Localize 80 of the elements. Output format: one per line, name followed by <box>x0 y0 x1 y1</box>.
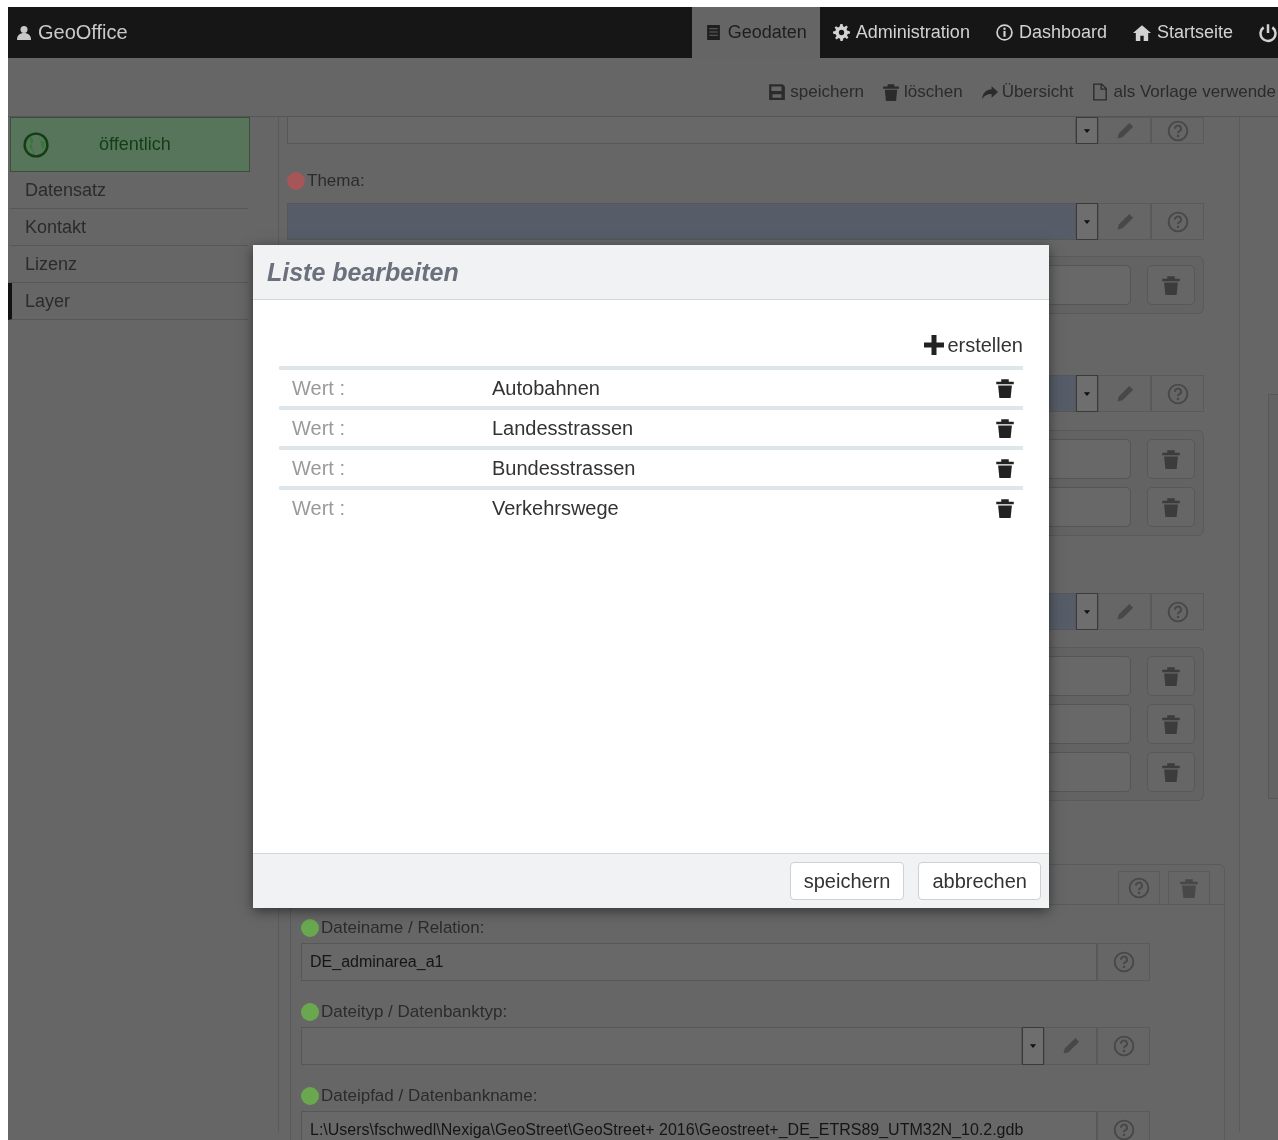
toolbar-button[interactable]: als Vorlage verwende <box>1091 82 1276 102</box>
row-value: Autobahnen <box>492 376 601 400</box>
help-button[interactable] <box>1097 1111 1150 1140</box>
help-button[interactable] <box>1097 1027 1150 1065</box>
dropdown-button[interactable] <box>1076 117 1098 144</box>
select-field[interactable] <box>287 117 1076 144</box>
help-icon <box>1112 951 1135 973</box>
edit-button[interactable] <box>1098 117 1151 144</box>
row-label: Wert : <box>291 456 346 480</box>
edit-button[interactable] <box>1098 203 1151 240</box>
row-value: Bundesstrassen <box>492 456 637 480</box>
plus-icon <box>924 335 945 355</box>
toolbar-button[interactable]: Übersicht <box>980 82 1074 102</box>
help-icon <box>1166 600 1189 623</box>
field-label: Thema: <box>307 171 365 191</box>
input-field[interactable]: L:\Users\fschwedl\Nexiga\GeoStreet\GeoStreet+ 2016\Geostreet+_DE_ETRS89_UTM32N_10.2.gdb <box>301 1111 1097 1140</box>
select-field[interactable] <box>287 203 1076 240</box>
help-button[interactable] <box>1097 943 1150 981</box>
nav-tab[interactable]: Administration <box>819 7 983 58</box>
nav-tab[interactable]: Geodaten <box>691 7 820 58</box>
person-icon <box>16 24 32 41</box>
document-icon <box>704 24 722 41</box>
help-icon <box>1166 210 1189 233</box>
trash-icon <box>995 418 1015 438</box>
edit-button[interactable] <box>1098 593 1151 630</box>
info-icon <box>995 24 1013 41</box>
delete-tab[interactable] <box>1168 871 1210 904</box>
nav-tab[interactable]: Startseite <box>1119 7 1246 58</box>
field-label: Dateiname / Relation: <box>321 918 485 938</box>
home-icon <box>1132 23 1151 42</box>
page-icon <box>1091 83 1110 101</box>
toolbar-button[interactable]: löschen <box>882 82 963 102</box>
help-icon <box>1128 877 1150 899</box>
help-tab[interactable] <box>1118 871 1160 904</box>
status-label: öffentlich <box>99 134 171 155</box>
app-title: GeoOffice <box>38 21 128 44</box>
trash-icon <box>1161 275 1181 295</box>
dropdown-button[interactable] <box>1076 203 1098 240</box>
trash-icon <box>1161 497 1181 517</box>
help-button[interactable] <box>1151 203 1204 240</box>
help-icon <box>1166 119 1189 142</box>
row-value: Verkehrswege <box>492 496 620 520</box>
dropdown-button[interactable] <box>1022 1027 1044 1065</box>
sidebar-item[interactable]: Layer <box>8 283 248 320</box>
row-label: Wert : <box>291 496 346 520</box>
dialog-title: Liste bearbeiten <box>267 257 459 287</box>
toolbar-button[interactable]: speichern <box>768 82 865 102</box>
globe-icon <box>23 131 49 158</box>
field-label: Dateityp / Datenbanktyp: <box>321 1002 508 1022</box>
help-button[interactable] <box>1151 375 1204 412</box>
help-icon <box>1112 1035 1135 1057</box>
create-button[interactable]: erstellen <box>924 330 1023 360</box>
row-value: Landesstrassen <box>492 416 635 440</box>
trash-icon <box>882 83 901 101</box>
row-label: Wert : <box>291 416 346 440</box>
trash-icon <box>1161 666 1181 686</box>
dropdown-button[interactable] <box>1076 375 1098 412</box>
help-button[interactable] <box>1151 593 1204 630</box>
gear-icon <box>832 24 850 41</box>
edit-button[interactable] <box>1044 1027 1097 1065</box>
help-icon <box>1166 382 1189 405</box>
trash-icon <box>1179 878 1199 898</box>
power-icon <box>1258 22 1278 43</box>
trash-icon <box>1161 714 1181 734</box>
trash-icon <box>995 378 1015 398</box>
dialog-button[interactable]: abbrechen <box>918 862 1041 900</box>
nav-tab[interactable]: Dashboard <box>982 7 1120 58</box>
trash-icon <box>1161 449 1181 469</box>
row-label: Wert : <box>291 376 346 400</box>
dialog-button[interactable]: speichern <box>789 862 905 900</box>
help-icon <box>1112 1119 1135 1140</box>
select-field[interactable] <box>301 1027 1022 1065</box>
trash-icon <box>995 498 1015 518</box>
field-label: Dateipfad / Datenbankname: <box>321 1086 538 1106</box>
edit-button[interactable] <box>1098 375 1151 412</box>
trash-icon <box>995 458 1015 478</box>
input-field[interactable]: DE_adminarea_a1 <box>301 943 1097 981</box>
dropdown-button[interactable] <box>1076 593 1098 630</box>
trash-icon <box>1161 762 1181 782</box>
help-button[interactable] <box>1151 117 1204 144</box>
